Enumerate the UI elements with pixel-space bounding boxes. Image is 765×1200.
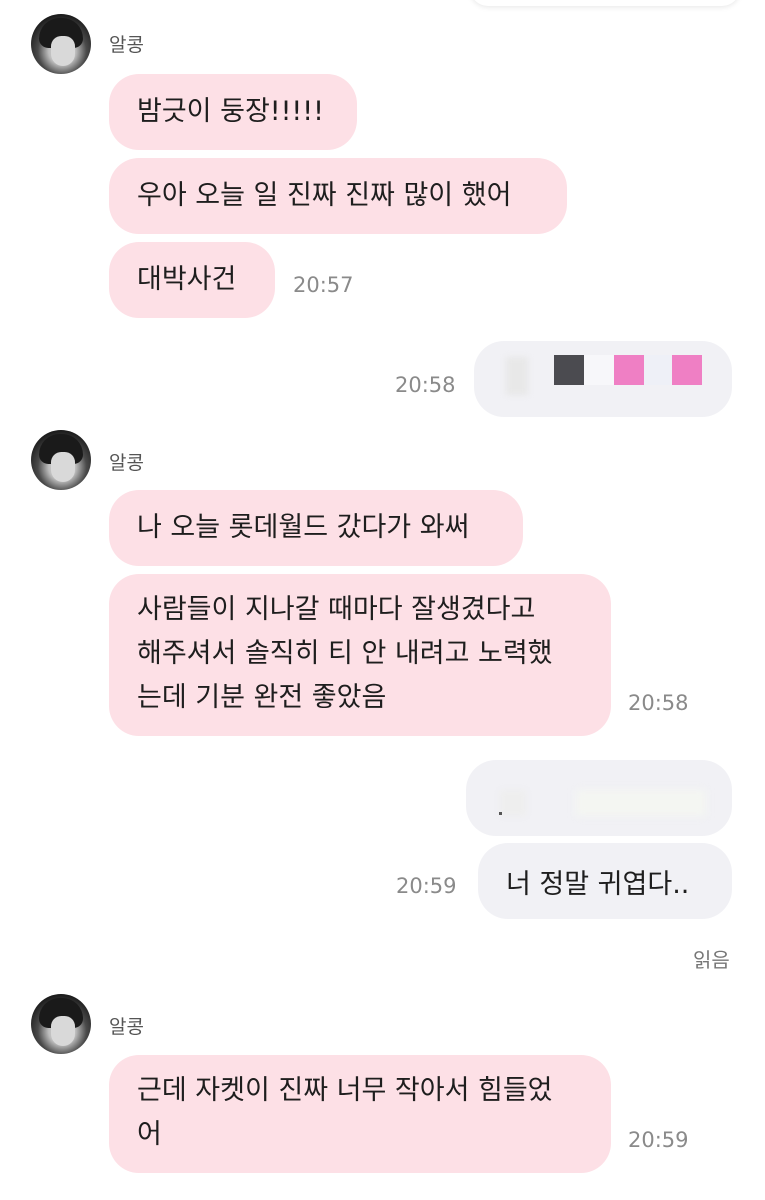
redacted-block [644,355,674,385]
avatar-face [51,1016,75,1046]
redacted-block [672,355,702,385]
redacted-block [584,355,614,385]
sender-avatar[interactable] [31,14,91,74]
avatar-face [51,36,75,66]
read-receipt: 읽음 [693,948,730,972]
message-text: 나 오늘 롯데월드 갔다가 와써 [137,512,470,543]
message-text: 근데 자켓이 진짜 너무 작아서 힘들었 어 [137,1075,553,1150]
sender-name: 알콩 [109,1016,144,1038]
message-timestamp: 20:57 [293,273,354,297]
incoming-message[interactable]: 사람들이 지나갈 때마다 잘생겼다고 해주셔서 솔직히 티 안 내려고 노력했 … [109,574,611,736]
message-text: 사람들이 지나갈 때마다 잘생겼다고 해주셔서 솔직히 티 안 내려고 노력했 … [137,594,553,713]
outgoing-message-redacted[interactable] [466,760,732,836]
avatar-face [51,452,75,482]
message-text: 우아 오늘 일 진짜 진짜 많이 했어 [137,180,512,211]
message-text: 대박사건 [137,264,237,295]
redacted-block [506,357,528,395]
sender-avatar[interactable] [31,430,91,490]
redacted-block [500,790,526,816]
redacted-block [554,355,584,385]
message-timestamp: 20:58 [628,691,689,715]
redacted-block [576,790,706,816]
incoming-message[interactable]: 근데 자켓이 진짜 너무 작아서 힘들었 어 [109,1055,611,1173]
redacted-dot [499,812,502,815]
message-timestamp: 20:59 [628,1128,689,1152]
incoming-message[interactable]: 우아 오늘 일 진짜 진짜 많이 했어 [109,158,567,234]
message-text: 너 정말 귀엽다.. [506,868,690,900]
sender-avatar[interactable] [31,994,91,1054]
outgoing-bubble-partial [470,0,740,6]
sender-name: 알콩 [109,452,144,474]
redacted-block [614,355,644,385]
message-timestamp: 20:58 [395,373,456,397]
message-timestamp: 20:59 [396,874,457,898]
incoming-message[interactable]: 대박사건 [109,242,275,318]
outgoing-message[interactable]: 너 정말 귀엽다.. [478,843,732,919]
sender-name: 알콩 [109,34,144,56]
incoming-message[interactable]: 밤긋이 둥장!!!!! [109,74,357,150]
message-text: 밤긋이 둥장!!!!! [137,96,324,127]
outgoing-message-redacted[interactable] [474,341,732,417]
incoming-message[interactable]: 나 오늘 롯데월드 갔다가 와써 [109,490,523,566]
